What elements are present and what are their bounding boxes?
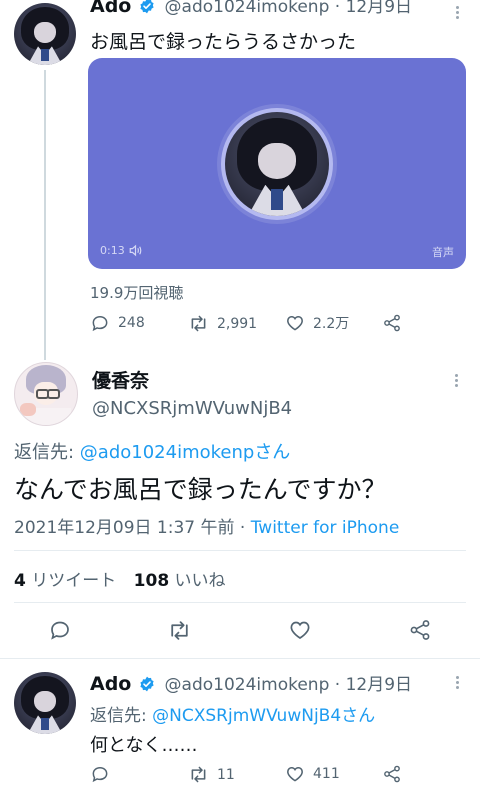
like-count: 2.2万 [313, 316, 350, 332]
reply-to-line: 返信先: @NCXSRjmWVuwNjB4さん [90, 701, 375, 726]
reply-count: 248 [118, 315, 145, 331]
share-button[interactable] [382, 764, 402, 784]
author-name[interactable]: Ado [90, 0, 131, 17]
tweet-text: お風呂で録ったらうるさかった [90, 31, 357, 53]
tweet-header: Ado @ado1024imokenp · 12月9日 [90, 670, 450, 696]
heart-icon [287, 315, 303, 331]
source-link[interactable]: Twitter for iPhone [251, 518, 400, 538]
handle-and-date[interactable]: @ado1024imokenp · 12月9日 [165, 0, 412, 17]
retweet-count: 11 [217, 766, 235, 783]
thread-line [44, 70, 46, 360]
more-options-icon[interactable] [455, 372, 459, 389]
audio-label: 音声 [432, 246, 454, 259]
author-name[interactable]: Ado [90, 673, 131, 695]
reply-button[interactable] [48, 618, 72, 642]
share-button[interactable] [408, 618, 432, 642]
share-icon [384, 314, 400, 332]
verified-badge-icon [140, 676, 155, 692]
reply-to-prefix: 返信先: [14, 442, 80, 463]
author-handle[interactable]: @NCXSRjmWVuwNjB4 [92, 398, 292, 419]
reply-to-link[interactable]: @ado1024imokenpさん [80, 442, 291, 463]
audio-space-card[interactable]: 0:13 音声 [88, 58, 466, 269]
tweet-header: Ado @ado1024imokenp · 12月9日 [90, 0, 450, 18]
speaker-icon[interactable] [128, 243, 143, 258]
handle-and-date[interactable]: @ado1024imokenp · 12月9日 [165, 675, 412, 695]
timestamp[interactable]: 2021年12月09日 1:37 午前 [14, 518, 235, 538]
tweet-meta: 2021年12月09日 1:37 午前 · Twitter for iPhone [14, 518, 400, 538]
audio-avatar [225, 112, 329, 216]
reply-icon [51, 621, 69, 640]
retweet-count: 2,991 [217, 315, 258, 332]
view-count: 19.9万回視聴 [90, 284, 184, 302]
more-options-icon[interactable] [456, 4, 460, 21]
like-button[interactable] [288, 618, 312, 642]
retweet-icon [191, 766, 206, 783]
retweet-button[interactable]: 2,991 [188, 313, 257, 334]
audio-time: 0:13 [100, 244, 125, 257]
share-icon [384, 765, 400, 783]
share-icon [410, 620, 430, 640]
likes-stat[interactable]: 108 いいね [134, 571, 226, 591]
reply-icon [92, 766, 108, 783]
verified-badge-icon [140, 0, 155, 14]
reply-to-prefix: 返信先: [90, 706, 153, 726]
like-count: 411 [313, 766, 340, 782]
author-name[interactable]: 優香奈 [92, 366, 149, 393]
reply-button[interactable] [90, 764, 118, 784]
heart-icon [287, 766, 303, 782]
retweets-stat[interactable]: 4 リツイート [14, 571, 116, 591]
tweet-text: 何となく…… [90, 735, 198, 756]
avatar[interactable] [14, 3, 76, 65]
divider [0, 658, 480, 659]
tweet-text: なんでお風呂で録ったんですか？ [14, 475, 387, 504]
share-button[interactable] [382, 313, 402, 333]
retweet-button[interactable]: 11 [188, 764, 235, 785]
reply-icon [92, 315, 108, 332]
heart-icon [290, 621, 310, 639]
avatar[interactable] [14, 672, 76, 734]
reply-to-link[interactable]: @NCXSRjmWVuwNjB4さん [152, 706, 375, 726]
reply-to-line: 返信先: @ado1024imokenpさん [14, 438, 290, 464]
like-button[interactable]: 2.2万 [285, 313, 349, 333]
divider [14, 550, 466, 551]
engagement-stats: 4 リツイート 108 いいね [14, 566, 226, 591]
retweet-button[interactable] [167, 618, 192, 643]
reply-button[interactable]: 248 [90, 313, 145, 333]
retweet-icon [171, 621, 188, 640]
more-options-icon[interactable] [456, 674, 460, 691]
avatar[interactable] [14, 362, 78, 426]
like-button[interactable]: 411 [285, 764, 340, 784]
divider [14, 602, 466, 603]
retweet-icon [191, 315, 206, 332]
